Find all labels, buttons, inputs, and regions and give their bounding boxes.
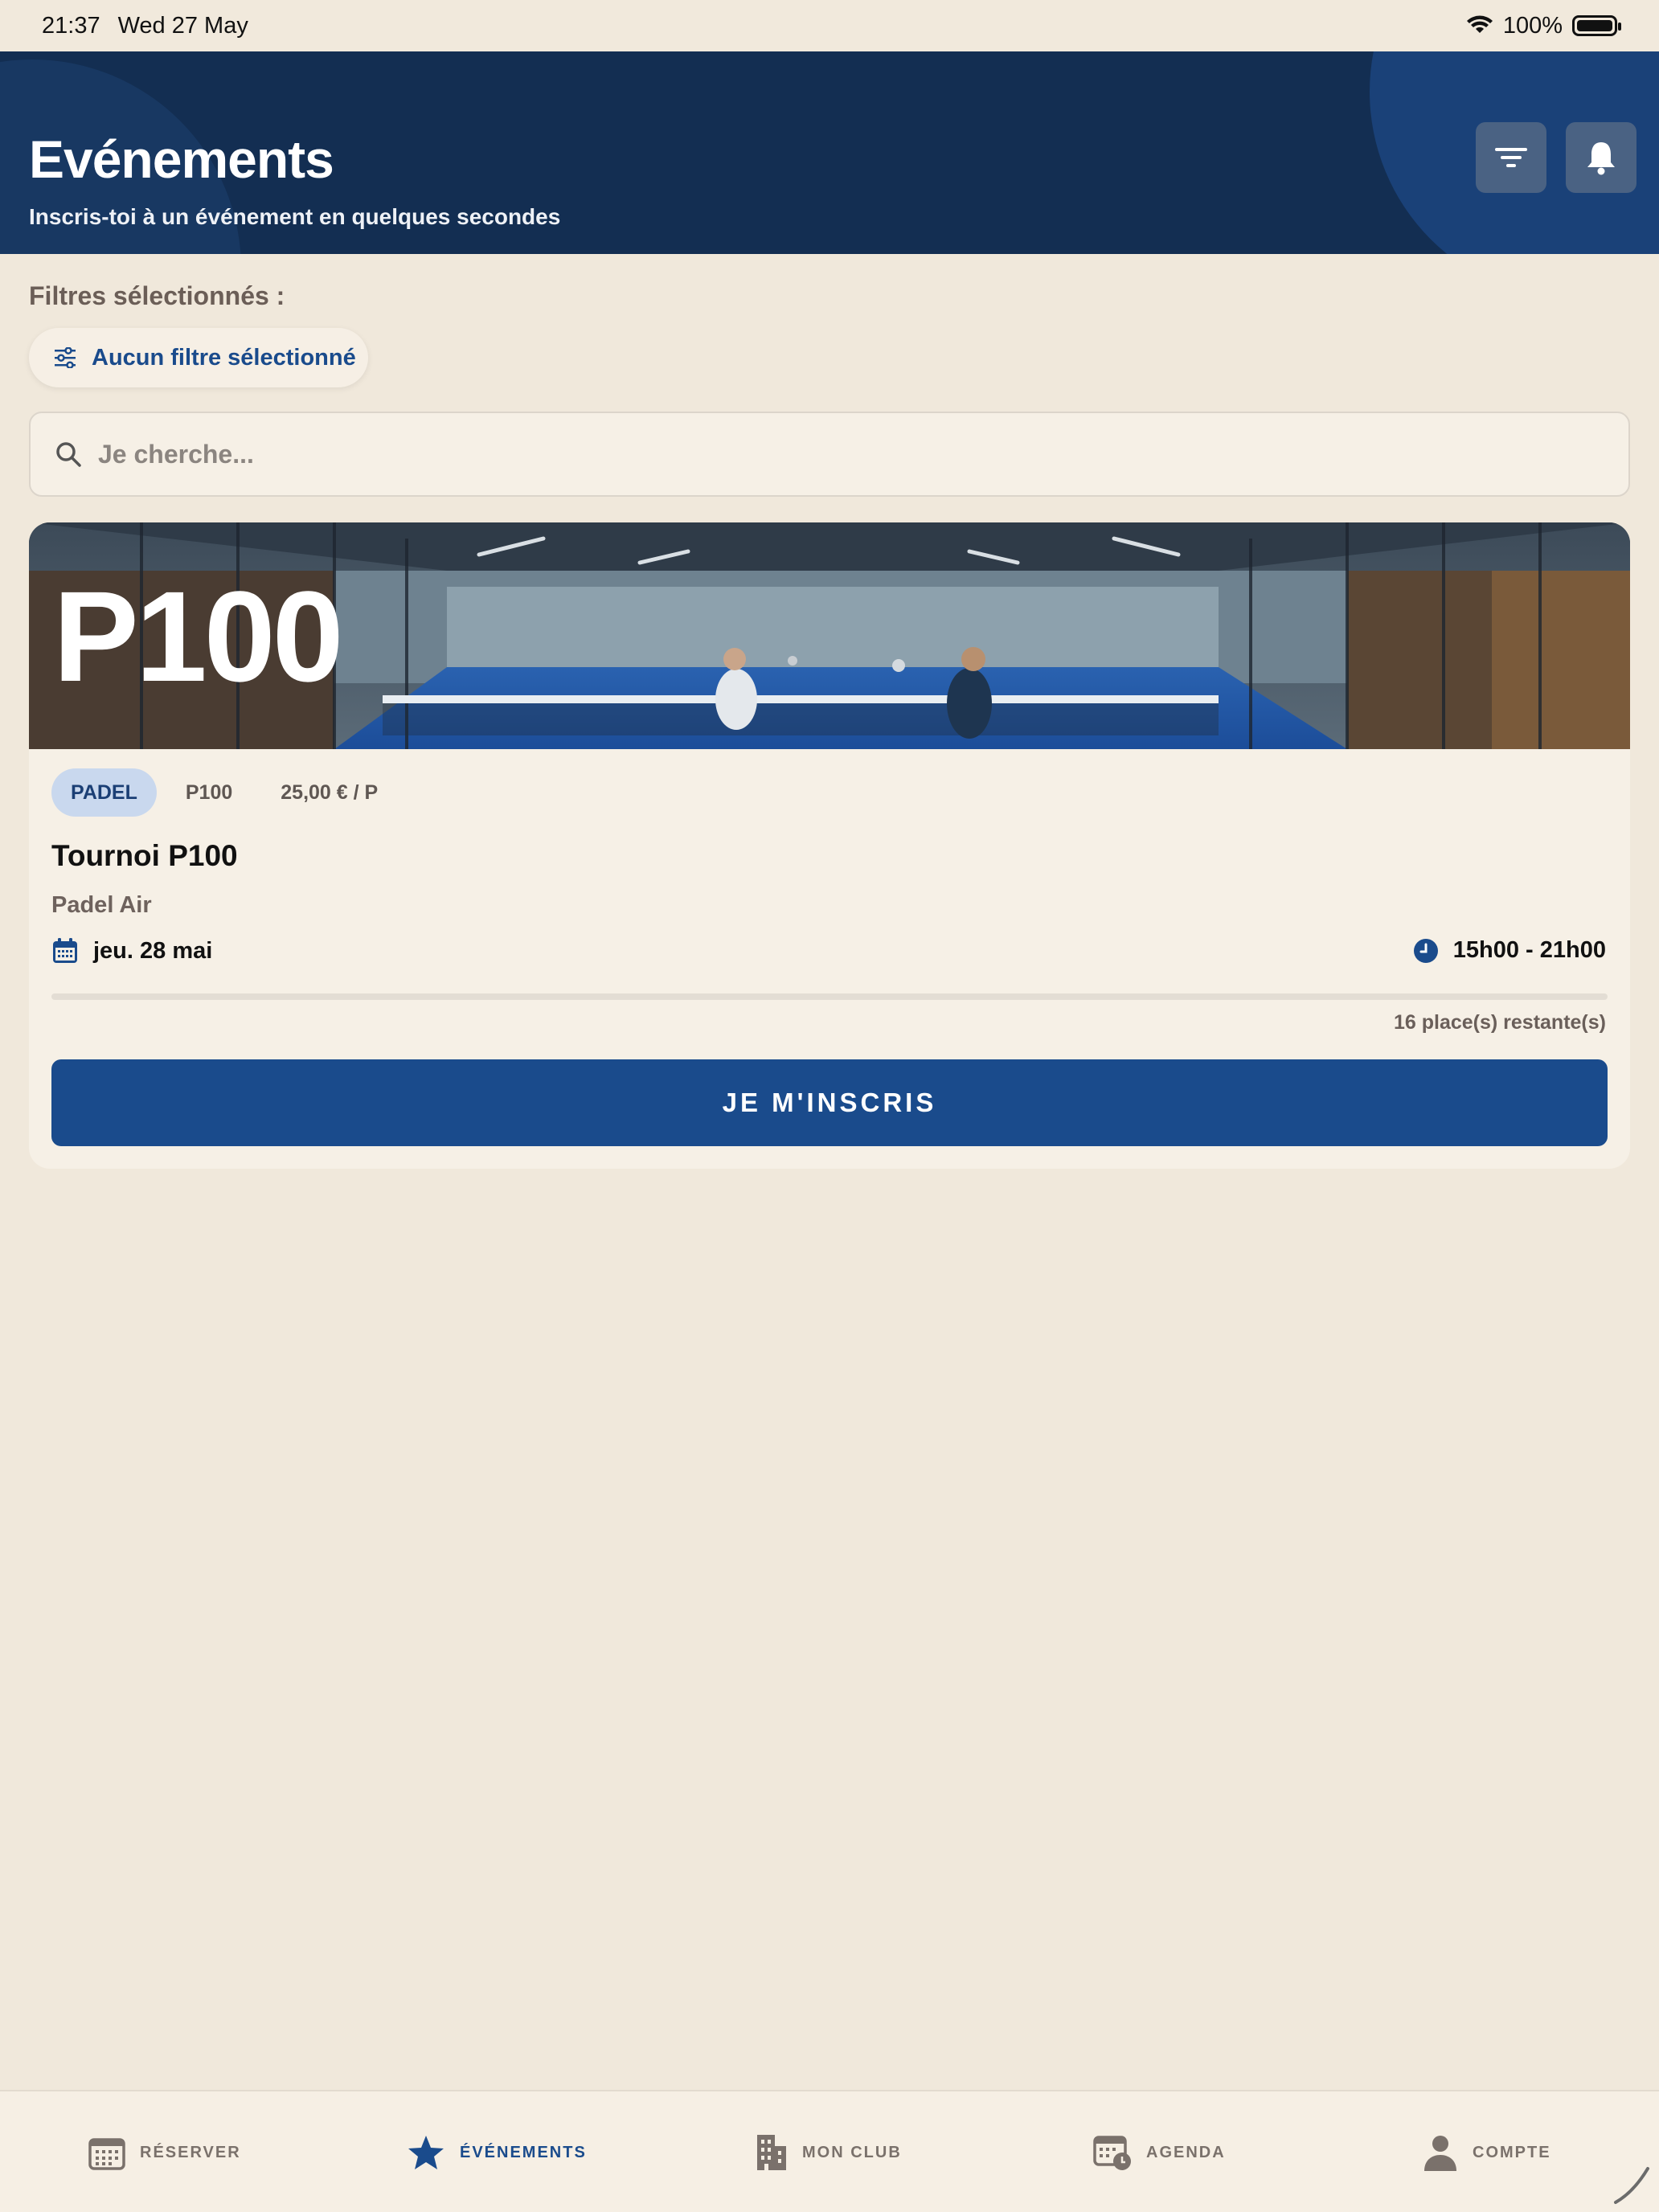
filter-chip[interactable]: Aucun filtre sélectionné [29, 328, 368, 387]
star-icon [408, 2136, 444, 2169]
tab-label: AGENDA [1146, 2143, 1226, 2161]
page-title: Evénements [29, 129, 334, 189]
tab-evenements[interactable]: ÉVÉNEMENTS [407, 2091, 587, 2212]
bottom-tab-bar: RÉSERVER ÉVÉNEMENTS MON CLUB AGENDA COMP… [0, 2090, 1659, 2212]
event-venue: Padel Air [51, 892, 152, 918]
tab-agenda[interactable]: AGENDA [1093, 2091, 1226, 2212]
tab-mon-club[interactable]: MON CLUB [756, 2091, 902, 2212]
battery-icon [1572, 15, 1621, 36]
calendar-icon [53, 938, 77, 963]
search-icon [56, 442, 81, 467]
tab-label: ÉVÉNEMENTS [460, 2143, 587, 2161]
places-remaining: 16 place(s) restante(s) [1393, 1011, 1606, 1034]
tab-compte[interactable]: COMPTE [1423, 2091, 1551, 2212]
tag-sport: PADEL [51, 768, 157, 817]
clock-icon [1413, 938, 1438, 963]
tag-price: 25,00 € / P [281, 780, 379, 804]
event-banner: P100 [29, 522, 1630, 749]
tab-label: MON CLUB [802, 2143, 902, 2161]
wifi-icon [1466, 15, 1493, 33]
tab-reserver[interactable]: RÉSERVER [88, 2091, 241, 2212]
tab-label: RÉSERVER [140, 2143, 241, 2161]
filter-chip-label: Aucun filtre sélectionné [92, 344, 356, 371]
search-bar[interactable] [29, 412, 1630, 497]
event-date-text: jeu. 28 mai [93, 937, 213, 964]
status-right: 100% [1466, 12, 1621, 39]
event-banner-title: P100 [53, 564, 344, 708]
tag-level: P100 [185, 780, 233, 804]
calendar-clock-icon [1093, 2136, 1131, 2170]
event-time-text: 15h00 - 21h00 [1452, 937, 1606, 963]
search-input[interactable] [98, 439, 1628, 469]
event-time: 15h00 - 21h00 [1413, 937, 1606, 964]
event-card[interactable]: P100 PADEL P100 25,00 € / P Tournoi P100… [29, 522, 1630, 1169]
page-header: Evénements Inscris-toi à un événement en… [0, 51, 1659, 254]
notifications-button[interactable] [1566, 122, 1636, 193]
event-title: Tournoi P100 [51, 839, 238, 872]
filters-label: Filtres sélectionnés : [29, 281, 285, 310]
filter-icon [1495, 148, 1527, 167]
filter-button[interactable] [1476, 122, 1546, 193]
capacity-progress-bar [51, 993, 1608, 1000]
calendar-grid-icon [88, 2138, 125, 2170]
status-time: 21:37 [42, 12, 100, 39]
tab-label: COMPTE [1473, 2143, 1551, 2161]
person-icon [1424, 2136, 1456, 2171]
event-date: jeu. 28 mai [51, 937, 212, 965]
bell-icon [1587, 142, 1615, 175]
status-date: Wed 27 May [117, 12, 248, 39]
register-button[interactable]: JE M'INSCRIS [51, 1059, 1608, 1146]
status-bar: 21:37 Wed 27 May 100% [0, 0, 1659, 51]
page-subtitle: Inscris-toi à un événement en quelques s… [29, 204, 561, 229]
battery-percent: 100% [1502, 12, 1563, 39]
sliders-icon [55, 347, 76, 368]
corner-indicator-icon [1614, 2167, 1649, 2204]
building-icon [757, 2135, 786, 2170]
event-tags: PADEL P100 25,00 € / P [51, 768, 407, 817]
